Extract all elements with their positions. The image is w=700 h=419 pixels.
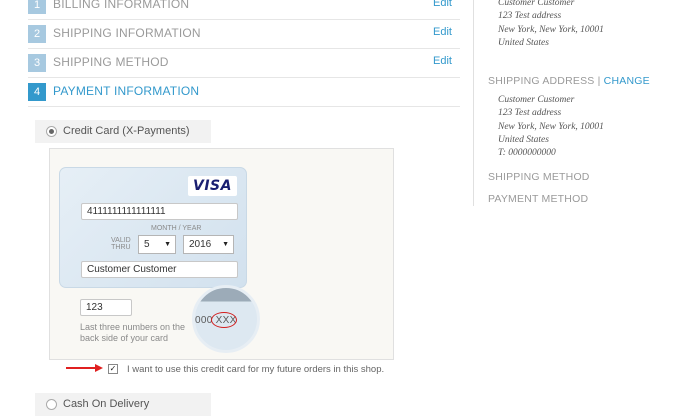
expiry-month-select[interactable]: 5 ▼ <box>138 235 176 254</box>
red-arrow-icon <box>66 367 96 369</box>
shipping-method-heading: SHIPPING METHOD <box>488 171 590 183</box>
shipping-address-block: Customer Customer 123 Test address New Y… <box>498 95 604 159</box>
step-title: BILLING INFORMATION <box>53 0 190 11</box>
chevron-down-icon: ▼ <box>222 241 229 248</box>
save-card-checkbox[interactable]: ✓ <box>108 364 118 374</box>
cash-on-delivery-radio[interactable] <box>46 399 57 410</box>
step-number: 3 <box>28 54 46 72</box>
step-title: SHIPPING METHOD <box>53 55 169 69</box>
sidebar-divider <box>473 0 474 206</box>
billing-address-block: Customer Customer 123 Test address New Y… <box>498 0 604 48</box>
expiry-year-select[interactable]: 2016 ▼ <box>183 235 234 254</box>
month-year-label: MONTH / YEAR <box>151 225 202 232</box>
credit-card-graphic: VISA 4111111111111111 MONTH / YEAR VALID… <box>59 167 247 288</box>
credit-card-radio[interactable] <box>46 126 57 137</box>
step-number: 2 <box>28 25 46 43</box>
step-billing-information: 1 BILLING INFORMATION Edit <box>28 0 460 20</box>
step-shipping-method: 3 SHIPPING METHOD Edit <box>28 49 460 78</box>
step-shipping-information: 2 SHIPPING INFORMATION Edit <box>28 20 460 49</box>
cvv-highlight-ring <box>211 312 237 328</box>
save-card-label: I want to use this credit card for my fu… <box>127 364 385 375</box>
visa-logo: VISA <box>188 176 237 196</box>
step-title: PAYMENT INFORMATION <box>53 84 200 98</box>
payment-option-credit-card[interactable]: Credit Card (X-Payments) <box>35 120 211 143</box>
cvv-location-graphic: 000 XXX <box>192 285 260 353</box>
edit-shipping-link[interactable]: Edit <box>433 26 452 38</box>
cash-on-delivery-label: Cash On Delivery <box>63 398 150 410</box>
payment-option-cash-on-delivery[interactable]: Cash On Delivery <box>35 393 211 416</box>
cvv-input[interactable]: 123 <box>80 299 132 316</box>
chevron-down-icon: ▼ <box>164 241 171 248</box>
step-payment-information: 4 PAYMENT INFORMATION <box>28 78 460 107</box>
step-number: 4 <box>28 83 46 101</box>
cvv-help-text: Last three numbers on the back side of y… <box>80 322 186 343</box>
shipping-address-heading: SHIPPING ADDRESS | CHANGE <box>488 75 650 87</box>
edit-billing-link[interactable]: Edit <box>433 0 452 9</box>
red-arrow-head-icon <box>95 364 103 372</box>
cardholder-name-input[interactable]: Customer Customer <box>81 261 238 278</box>
valid-thru-label: VALID THRU <box>111 237 131 251</box>
payment-method-heading: PAYMENT METHOD <box>488 193 589 205</box>
step-title: SHIPPING INFORMATION <box>53 26 201 40</box>
credit-card-label: Credit Card (X-Payments) <box>63 125 190 137</box>
card-number-input[interactable]: 4111111111111111 <box>81 203 238 220</box>
change-shipping-address-link[interactable]: CHANGE <box>604 75 650 87</box>
edit-shipping-method-link[interactable]: Edit <box>433 55 452 67</box>
card-form-panel: VISA 4111111111111111 MONTH / YEAR VALID… <box>49 148 394 360</box>
step-number: 1 <box>28 0 46 14</box>
